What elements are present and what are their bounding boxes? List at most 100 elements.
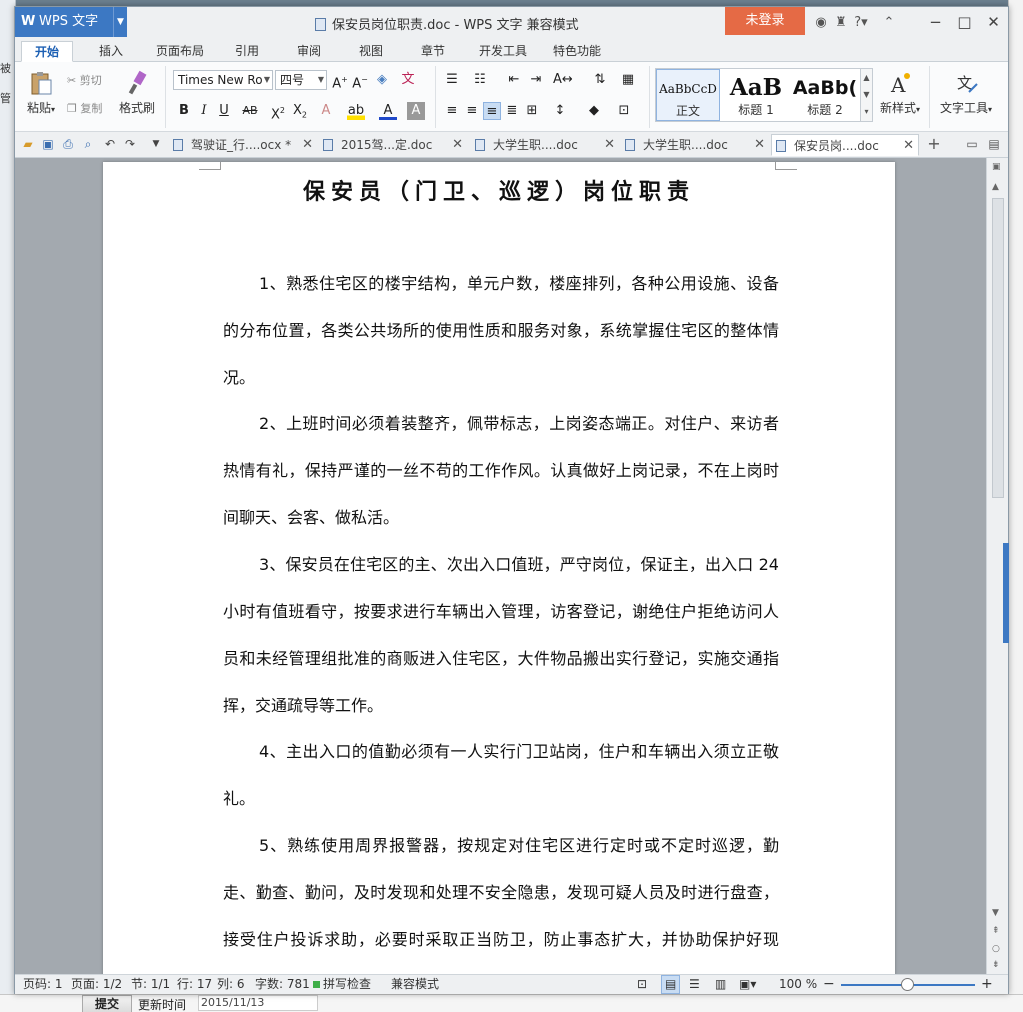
line-spacing-icon[interactable]: ↕ <box>551 102 569 120</box>
copy-button[interactable]: ❐ 复制 <box>67 100 102 116</box>
italic-icon[interactable]: I <box>195 102 213 120</box>
cut-button[interactable]: ✂ 剪切 <box>67 72 102 88</box>
vertical-scrollbar[interactable]: ▣ ▲ ▼ ⇞ ○ ⇟ <box>986 158 1009 974</box>
tab-menu-icon[interactable]: ▤ <box>987 137 1001 151</box>
doc-tab[interactable]: 2015驾...定.doc ✕ <box>321 134 463 156</box>
shirt-icon[interactable]: ♜ <box>831 15 851 30</box>
scroll-up-icon[interactable]: ▲ <box>992 182 999 192</box>
tab-features[interactable]: 特色功能 <box>545 41 609 62</box>
format-painter-button[interactable]: 格式刷 <box>117 70 157 116</box>
next-page-icon[interactable]: ⇟ <box>992 960 1000 970</box>
style-heading-1[interactable]: AaB 标题 1 <box>724 69 788 121</box>
shading-icon[interactable]: ◆ <box>585 102 603 120</box>
strikethrough-icon[interactable]: AB <box>241 102 259 120</box>
superscript-icon[interactable]: X2 <box>269 102 287 122</box>
align-right-icon[interactable]: ≡ <box>483 102 501 120</box>
close-tab-icon[interactable]: ✕ <box>604 134 615 156</box>
maximize-icon[interactable]: □ <box>950 7 979 37</box>
zoom-in-icon[interactable]: + <box>981 975 993 994</box>
table-icon[interactable]: ▦ <box>619 71 637 89</box>
tab-list-icon[interactable]: ▭ <box>965 137 979 151</box>
tab-chapter[interactable]: 章节 <box>409 41 457 62</box>
update-time-field[interactable]: 2015/11/13 13:57:10 <box>198 995 318 1012</box>
style-heading-2[interactable]: AaBb( 标题 2 <box>790 69 860 121</box>
web-view-icon[interactable]: ▣▾ <box>739 975 756 994</box>
tab-developer[interactable]: 开发工具 <box>471 41 535 62</box>
decrease-indent-icon[interactable]: ⇤ <box>505 71 523 89</box>
new-style-button[interactable]: A 新样式▾ <box>877 70 923 116</box>
tab-view[interactable]: 视图 <box>347 41 395 62</box>
tab-references[interactable]: 引用 <box>223 41 271 62</box>
style-normal[interactable]: AaBbCcD 正文 <box>656 69 720 121</box>
underline-icon[interactable]: U <box>215 102 233 120</box>
doc-tab[interactable]: 驾驶证_行....ocx * ✕ <box>171 134 313 156</box>
align-left-icon[interactable]: ≡ <box>443 102 461 120</box>
bullet-list-icon[interactable]: ☰ <box>443 71 461 89</box>
char-shading-icon[interactable]: A <box>407 102 425 120</box>
spell-check-toggle[interactable]: 拼写检查 <box>313 975 371 994</box>
font-color-icon[interactable]: A <box>379 102 397 120</box>
print-icon[interactable]: ⎙ <box>61 137 75 151</box>
pinyin-icon[interactable]: 文 <box>399 71 417 89</box>
side-panel-toggle[interactable] <box>1003 543 1009 643</box>
zoom-value[interactable]: 100 % <box>779 975 817 994</box>
tab-insert[interactable]: 插入 <box>87 41 135 62</box>
font-size-combo[interactable]: 四号 ▼ <box>275 70 327 90</box>
doc-tab[interactable]: 大学生职....doc ✕ <box>473 134 615 156</box>
undo-icon[interactable]: ↶ <box>103 137 117 151</box>
distributed-align-icon[interactable]: ⊞ <box>523 102 541 120</box>
minimize-icon[interactable]: − <box>921 7 950 37</box>
close-icon[interactable]: ✕ <box>979 7 1008 37</box>
bold-icon[interactable]: B <box>175 102 193 120</box>
print-preview-icon[interactable]: ⌕ <box>81 137 95 151</box>
prev-page-icon[interactable]: ⇞ <box>992 926 1000 936</box>
clear-format-icon[interactable]: ◈ <box>373 71 391 89</box>
zoom-slider-handle[interactable] <box>901 978 914 991</box>
numbered-list-icon[interactable]: ☷ <box>471 71 489 89</box>
char-scale-icon[interactable]: A↔ <box>553 71 573 89</box>
chevron-down-icon[interactable]: ▼ <box>113 7 127 37</box>
save-icon[interactable]: ▣ <box>41 137 55 151</box>
document-page[interactable]: 保安员（门卫、巡逻）岗位职责 1、熟悉住宅区的楼宇结构，单元户数，楼座排列，各种… <box>103 162 895 974</box>
increase-indent-icon[interactable]: ⇥ <box>527 71 545 89</box>
zoom-out-icon[interactable]: − <box>823 975 835 994</box>
tab-review[interactable]: 审阅 <box>285 41 333 62</box>
border-icon[interactable]: ⊡ <box>615 102 633 120</box>
grow-font-icon[interactable]: A+ <box>331 71 349 91</box>
open-icon[interactable]: ▰ <box>21 137 35 151</box>
sort-icon[interactable]: ⇅ <box>591 71 609 89</box>
align-center-icon[interactable]: ≡ <box>463 102 481 120</box>
scroll-down-icon[interactable]: ▼ <box>992 908 999 918</box>
reading-view-icon[interactable]: ▥ <box>715 975 726 994</box>
wps-menu-button[interactable]: W WPS 文字 ▼ <box>15 7 127 37</box>
collapse-ribbon-icon[interactable]: ⌃ <box>879 15 899 30</box>
submit-button[interactable]: 提交 <box>82 995 132 1012</box>
style-gallery-scroll[interactable]: ▲ ▼ ▾ <box>861 68 873 122</box>
font-name-combo[interactable]: Times New Ro ▼ <box>173 70 273 90</box>
outline-view-icon[interactable]: ☰ <box>689 975 700 994</box>
close-tab-icon[interactable]: ✕ <box>903 135 914 157</box>
align-justify-icon[interactable]: ≣ <box>503 102 521 120</box>
skin-icon[interactable]: ◉ <box>811 15 831 30</box>
ruler-toggle-icon[interactable]: ▣ <box>992 162 1001 172</box>
close-tab-icon[interactable]: ✕ <box>302 134 313 156</box>
help-icon[interactable]: ?▾ <box>851 15 871 30</box>
new-tab-icon[interactable]: + <box>927 136 941 152</box>
page-view-icon[interactable]: ▤ <box>661 975 681 994</box>
subscript-icon[interactable]: X2 <box>291 102 309 120</box>
highlight-icon[interactable]: ab <box>347 102 365 120</box>
text-tools-button[interactable]: 文 文字工具▾ <box>935 70 997 116</box>
doc-tab[interactable]: 大学生职....doc ✕ <box>623 134 765 156</box>
doc-tab-active[interactable]: 保安员岗....doc ✕ <box>771 134 919 156</box>
text-effect-icon[interactable]: A <box>317 102 335 120</box>
tab-home[interactable]: 开始 <box>21 41 73 62</box>
scrollbar-thumb[interactable] <box>992 198 1004 498</box>
tab-page-layout[interactable]: 页面布局 <box>149 41 211 62</box>
redo-icon[interactable]: ↷ <box>123 137 137 151</box>
paste-button[interactable]: 粘贴▾ <box>21 70 61 116</box>
login-button[interactable]: 未登录 <box>725 7 805 35</box>
status-word-count[interactable]: 字数: 781 <box>255 975 310 994</box>
shrink-font-icon[interactable]: A− <box>351 71 369 91</box>
close-tab-icon[interactable]: ✕ <box>452 134 463 156</box>
quick-access-dropdown-icon[interactable]: ▼ <box>149 137 163 151</box>
